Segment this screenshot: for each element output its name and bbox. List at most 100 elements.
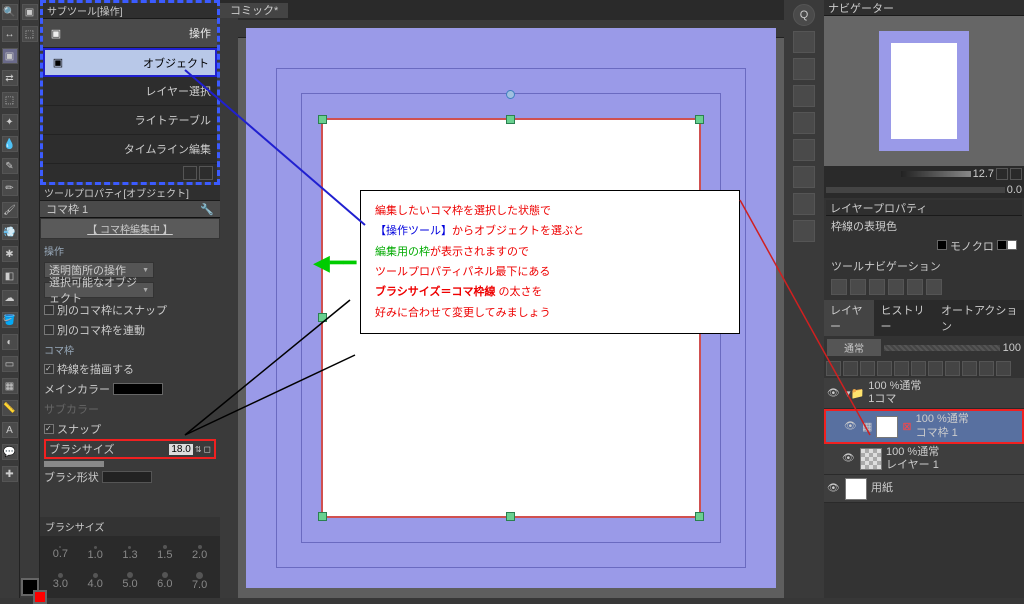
cb-snap[interactable] (44, 424, 54, 434)
subtool-object[interactable]: ▣オブジェクト (43, 48, 217, 77)
bsize-2[interactable]: 1.3 (114, 540, 147, 566)
eye-icon[interactable]: 👁 (827, 388, 841, 399)
tool-eyedrop[interactable]: 💧 (2, 136, 18, 152)
layer-paper[interactable]: 👁 用紙 (824, 475, 1024, 503)
nav-btn-b[interactable] (1010, 168, 1022, 180)
bsize-7[interactable]: 5.0 (114, 568, 147, 594)
lybtn-9[interactable] (962, 361, 977, 376)
handle-bl[interactable] (318, 512, 327, 521)
lybtn-2[interactable] (843, 361, 858, 376)
tool-ruler[interactable]: 📏 (2, 400, 18, 416)
tool-move[interactable]: ↔ (2, 26, 18, 42)
subtool-operation[interactable]: ▣操作 (43, 19, 217, 48)
tool-operation[interactable]: ▣ (2, 48, 18, 64)
rbtn-5[interactable] (793, 139, 815, 161)
tn-5[interactable] (907, 279, 923, 295)
tn-1[interactable] (831, 279, 847, 295)
bsize-4[interactable]: 2.0 (183, 540, 216, 566)
blend-mode-dd[interactable]: 通常 (827, 339, 881, 356)
tool-wand[interactable]: ✦ (2, 114, 18, 130)
subtool-foot-btn2[interactable] (199, 166, 213, 180)
tab-history[interactable]: ヒストリー (874, 300, 934, 336)
toolprop-tab[interactable]: コマ枠 1🔧 (40, 201, 220, 218)
handle-ml[interactable] (318, 313, 327, 322)
tool-blend[interactable]: ☁ (2, 290, 18, 306)
subtool-light-table[interactable]: ライトテーブル (43, 106, 217, 135)
tn-2[interactable] (850, 279, 866, 295)
maincolor-swatch[interactable] (113, 383, 163, 395)
handle-tr[interactable] (695, 115, 704, 124)
tool-zoom[interactable]: 🔍 (2, 4, 18, 20)
wrench-icon[interactable]: 🔧 (200, 203, 214, 216)
subtool-foot-btn1[interactable] (183, 166, 197, 180)
bsize-8[interactable]: 6.0 (148, 568, 181, 594)
layer-folder[interactable]: 👁 ▾📁 100 %通常1コマ (824, 378, 1024, 409)
lybtn-4[interactable] (877, 361, 892, 376)
rbtn-6[interactable] (793, 166, 815, 188)
subtool-timeline[interactable]: タイムライン編集 (43, 135, 217, 164)
layer-1[interactable]: 👁 100 %通常レイヤー 1 (824, 444, 1024, 475)
brush-size-value[interactable]: 18.0 (169, 444, 192, 455)
bsize-3[interactable]: 1.5 (148, 540, 181, 566)
tool-text[interactable]: A (2, 422, 18, 438)
bsize-0[interactable]: 0.7 (44, 540, 77, 566)
rbtn-7[interactable] (793, 193, 815, 215)
eye-icon[interactable]: 👁 (842, 453, 856, 464)
dd-selectable[interactable]: 選択可能なオブジェクト▼ (44, 282, 154, 298)
ruler-v[interactable] (220, 18, 238, 598)
bsize-9[interactable]: 7.0 (183, 568, 216, 594)
quick-access-icon[interactable]: Q (793, 4, 815, 26)
tool-pen[interactable]: ✎ (2, 158, 18, 174)
tool-eraser[interactable]: ◧ (2, 268, 18, 284)
tn-4[interactable] (888, 279, 904, 295)
lybtn-1[interactable] (826, 361, 841, 376)
nav-view[interactable] (824, 16, 1024, 166)
nav-slider2[interactable] (826, 187, 1005, 193)
tn-3[interactable] (869, 279, 885, 295)
bsize-5[interactable]: 3.0 (44, 568, 77, 594)
handle-br[interactable] (695, 512, 704, 521)
tool-air[interactable]: 💨 (2, 224, 18, 240)
bsize-1[interactable]: 1.0 (79, 540, 112, 566)
tool-brush[interactable]: 🖌 (2, 202, 18, 218)
tab-autoaction[interactable]: オートアクション (935, 300, 1024, 336)
stepper-icon[interactable]: ⇅ (195, 445, 202, 454)
rbtn-1[interactable] (793, 31, 815, 53)
rbtn-2[interactable] (793, 58, 815, 80)
bsize-6[interactable]: 4.0 (79, 568, 112, 594)
lybtn-10[interactable] (979, 361, 994, 376)
handle-bm[interactable] (506, 512, 515, 521)
eye-icon[interactable]: 👁 (844, 421, 858, 432)
tool-fix[interactable]: ✚ (2, 466, 18, 482)
subtool-layer-select[interactable]: レイヤー選択 (43, 77, 217, 106)
canvas-tab[interactable]: コミック* (220, 3, 288, 18)
rbtn-3[interactable] (793, 85, 815, 107)
cb-snapother[interactable] (44, 305, 54, 315)
layer-koma[interactable]: 👁 ▦ ⊠ 100 %通常コマ枠 1 (824, 409, 1024, 443)
nav-slider1[interactable] (901, 171, 971, 177)
tool-frame[interactable]: ▦ (2, 378, 18, 394)
rbtn-4[interactable] (793, 112, 815, 134)
rotate-handle[interactable] (506, 90, 515, 99)
tool-shape[interactable]: ▭ (2, 356, 18, 372)
cb-drawborder[interactable] (44, 364, 54, 374)
lybtn-8[interactable] (945, 361, 960, 376)
tool-grad[interactable]: ◐ (2, 334, 18, 350)
eye-icon[interactable]: 👁 (827, 483, 841, 494)
tab-layer[interactable]: レイヤー (824, 300, 874, 336)
cb-linkother[interactable] (44, 325, 54, 335)
handle-tl[interactable] (318, 115, 327, 124)
tool-select-rect[interactable]: ⬚ (2, 92, 18, 108)
subicon-2[interactable]: ⬚ (22, 26, 38, 42)
lybtn-11[interactable] (996, 361, 1011, 376)
handle-tm[interactable] (506, 115, 515, 124)
lybtn-7[interactable] (928, 361, 943, 376)
color-palette[interactable] (19, 576, 41, 598)
tool-movelayer[interactable]: ⇄ (2, 70, 18, 86)
lybtn-5[interactable] (894, 361, 909, 376)
tool-fill[interactable]: 🪣 (2, 312, 18, 328)
tool-balloon[interactable]: 💬 (2, 444, 18, 460)
tn-6[interactable] (926, 279, 942, 295)
subicon-1[interactable]: ▣ (22, 4, 38, 20)
nav-btn-a[interactable] (996, 168, 1008, 180)
